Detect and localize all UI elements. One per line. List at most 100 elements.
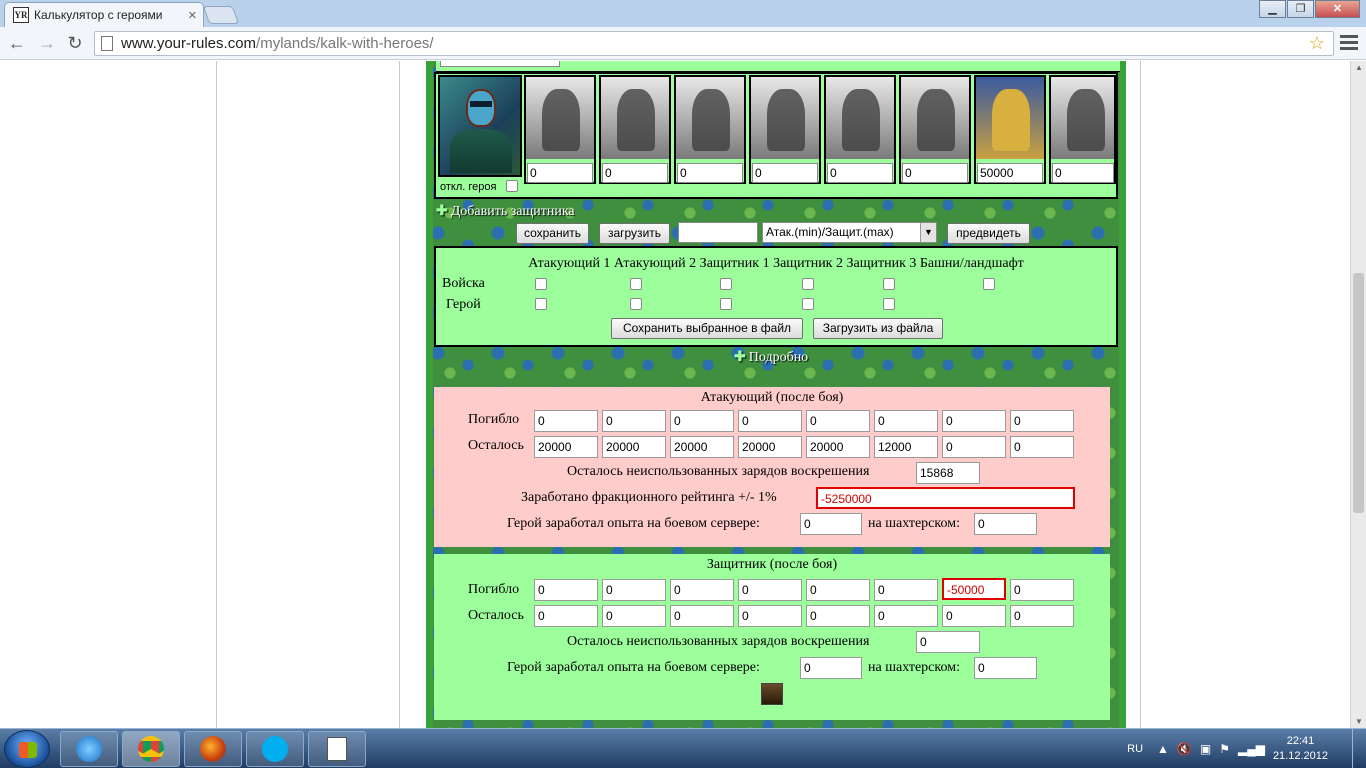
attacker-remaining-cell[interactable]: 20000 bbox=[534, 436, 598, 458]
attacker-lost-cell[interactable]: 0 bbox=[602, 410, 666, 432]
address-bar[interactable]: www.your-rules.com/mylands/kalk-with-her… bbox=[94, 31, 1334, 56]
troops-defender1-checkbox[interactable] bbox=[720, 278, 732, 290]
taskbar-clock[interactable]: 22:41 21.12.2012 bbox=[1273, 734, 1328, 764]
taskbar-chrome[interactable] bbox=[122, 731, 180, 767]
attacker-remaining-cell[interactable]: 0 bbox=[942, 436, 1006, 458]
back-arrow-icon[interactable]: ← bbox=[6, 33, 28, 54]
defender-lost-cell[interactable]: 0 bbox=[806, 579, 870, 601]
troops-attacker1-checkbox[interactable] bbox=[535, 278, 547, 290]
taskbar-firefox[interactable] bbox=[184, 731, 242, 767]
unit-count-input[interactable] bbox=[602, 163, 668, 183]
attacker-exp-value[interactable]: 0 bbox=[800, 513, 862, 535]
hero-defender1-checkbox[interactable] bbox=[720, 298, 732, 310]
defender-lost-cell[interactable]: 0 bbox=[738, 579, 802, 601]
defender-remaining-cell[interactable]: 0 bbox=[602, 605, 666, 627]
attacker-lost-cell[interactable]: 0 bbox=[1010, 410, 1074, 432]
troops-attacker2-checkbox[interactable] bbox=[630, 278, 642, 290]
defender-lost-cell[interactable]: 0 bbox=[670, 579, 734, 601]
top-select[interactable] bbox=[440, 61, 560, 67]
attacker-lost-cell[interactable]: 0 bbox=[874, 410, 938, 432]
unit-count-input[interactable] bbox=[677, 163, 743, 183]
attacker-lost-cell[interactable]: 0 bbox=[942, 410, 1006, 432]
attacker-lost-cell[interactable]: 0 bbox=[806, 410, 870, 432]
language-indicator[interactable]: RU bbox=[1127, 743, 1143, 755]
troops-defender3-checkbox[interactable] bbox=[883, 278, 895, 290]
mode-select[interactable]: Атак.(min)/Защит.(max) ▼ bbox=[762, 222, 937, 243]
defender-lost-cell[interactable]: 0 bbox=[874, 579, 938, 601]
unit-count-input[interactable] bbox=[1052, 163, 1114, 183]
page-scrollbar[interactable]: ▲ ▼ bbox=[1350, 61, 1366, 728]
hero-attacker2-checkbox[interactable] bbox=[630, 298, 642, 310]
attacker-remaining-cell[interactable]: 20000 bbox=[670, 436, 734, 458]
close-window-button[interactable]: ✕ bbox=[1315, 0, 1360, 18]
unit-count-input[interactable] bbox=[527, 163, 593, 183]
disable-hero-checkbox[interactable] bbox=[506, 180, 518, 192]
unit-count-input[interactable] bbox=[752, 163, 818, 183]
unit-count-input[interactable] bbox=[977, 163, 1043, 183]
tab-close-icon[interactable]: ✕ bbox=[188, 9, 197, 22]
defender-lost-cell[interactable]: 0 bbox=[534, 579, 598, 601]
attacker-remaining-cell[interactable]: 20000 bbox=[602, 436, 666, 458]
troops-defender2-checkbox[interactable] bbox=[802, 278, 814, 290]
start-button[interactable] bbox=[4, 730, 50, 768]
defender-remaining-cell[interactable]: 0 bbox=[1010, 605, 1074, 627]
new-tab-button[interactable] bbox=[202, 6, 240, 24]
attacker-lost-cell[interactable]: 0 bbox=[670, 410, 734, 432]
load-button[interactable]: загрузить bbox=[599, 223, 670, 244]
attacker-resurrect-value[interactable]: 15868 bbox=[916, 462, 980, 484]
defender-remaining-cell[interactable]: 0 bbox=[874, 605, 938, 627]
load-from-file-button[interactable]: Загрузить из файла bbox=[813, 318, 943, 339]
save-to-file-button[interactable]: Сохранить выбранное в файл bbox=[611, 318, 803, 339]
defender-mine-value[interactable]: 0 bbox=[974, 657, 1037, 679]
attacker-lost-cell[interactable]: 0 bbox=[738, 410, 802, 432]
volume-muted-icon[interactable]: 🔇 bbox=[1177, 742, 1192, 756]
defender-lost-cell[interactable]: 0 bbox=[602, 579, 666, 601]
taskbar-document[interactable] bbox=[308, 731, 366, 767]
browser-tab[interactable]: YR Калькулятор с героями ✕ bbox=[4, 2, 204, 27]
save-button[interactable]: сохранить bbox=[516, 223, 589, 244]
maximize-button[interactable]: ❐ bbox=[1287, 0, 1314, 18]
reload-icon[interactable]: ↻ bbox=[64, 33, 86, 54]
bookmark-star-icon[interactable]: ☆ bbox=[1309, 33, 1325, 54]
scrollbar-thumb[interactable] bbox=[1353, 273, 1364, 513]
scroll-down-icon[interactable]: ▼ bbox=[1351, 717, 1366, 726]
minimize-button[interactable]: ▁ bbox=[1259, 0, 1286, 18]
unit-count-input[interactable] bbox=[827, 163, 893, 183]
save-name-input[interactable] bbox=[678, 222, 758, 243]
defender-remaining-cell[interactable]: 0 bbox=[670, 605, 734, 627]
defender-remaining-cell[interactable]: 0 bbox=[942, 605, 1006, 627]
hero-defender3-checkbox[interactable] bbox=[883, 298, 895, 310]
show-desktop-button[interactable] bbox=[1352, 729, 1366, 768]
details-link[interactable]: ✚ Подробно bbox=[734, 349, 808, 366]
taskbar-skype[interactable] bbox=[246, 731, 304, 767]
predict-button[interactable]: предвидеть bbox=[947, 223, 1030, 244]
defender-remaining-cell[interactable]: 0 bbox=[738, 605, 802, 627]
action-center-flag-icon[interactable]: ⚑ bbox=[1219, 742, 1230, 756]
defender-remaining-cell[interactable]: 0 bbox=[806, 605, 870, 627]
attacker-remaining-cell[interactable]: 0 bbox=[1010, 436, 1074, 458]
hero-attacker1-checkbox[interactable] bbox=[535, 298, 547, 310]
browser-menu-icon[interactable] bbox=[1340, 35, 1358, 53]
network-signal-icon[interactable]: ▂▄▆ bbox=[1238, 742, 1265, 756]
defender-remaining-cell[interactable]: 0 bbox=[534, 605, 598, 627]
troops-towers-checkbox[interactable] bbox=[983, 278, 995, 290]
defender-lost-cell[interactable]: -50000 bbox=[942, 578, 1006, 600]
device-icon[interactable]: ▣ bbox=[1200, 742, 1211, 756]
attacker-lost-cell[interactable]: 0 bbox=[534, 410, 598, 432]
hero-portrait[interactable] bbox=[438, 75, 522, 177]
hero-defender2-checkbox[interactable] bbox=[802, 298, 814, 310]
hero-avatar-icon[interactable] bbox=[761, 683, 783, 705]
tray-expand-icon[interactable]: ▲ bbox=[1157, 742, 1169, 756]
attacker-rating-value[interactable]: -5250000 bbox=[816, 487, 1075, 509]
forward-arrow-icon[interactable]: → bbox=[36, 33, 58, 54]
add-defender-link[interactable]: ✚ Добавить защитника bbox=[436, 203, 575, 220]
attacker-remaining-cell[interactable]: 12000 bbox=[874, 436, 938, 458]
attacker-remaining-cell[interactable]: 20000 bbox=[738, 436, 802, 458]
taskbar-ie[interactable] bbox=[60, 731, 118, 767]
attacker-remaining-cell[interactable]: 20000 bbox=[806, 436, 870, 458]
unit-count-input[interactable] bbox=[902, 163, 968, 183]
defender-resurrect-value[interactable]: 0 bbox=[916, 631, 980, 653]
attacker-mine-value[interactable]: 0 bbox=[974, 513, 1037, 535]
scroll-up-icon[interactable]: ▲ bbox=[1351, 63, 1366, 72]
defender-lost-cell[interactable]: 0 bbox=[1010, 579, 1074, 601]
